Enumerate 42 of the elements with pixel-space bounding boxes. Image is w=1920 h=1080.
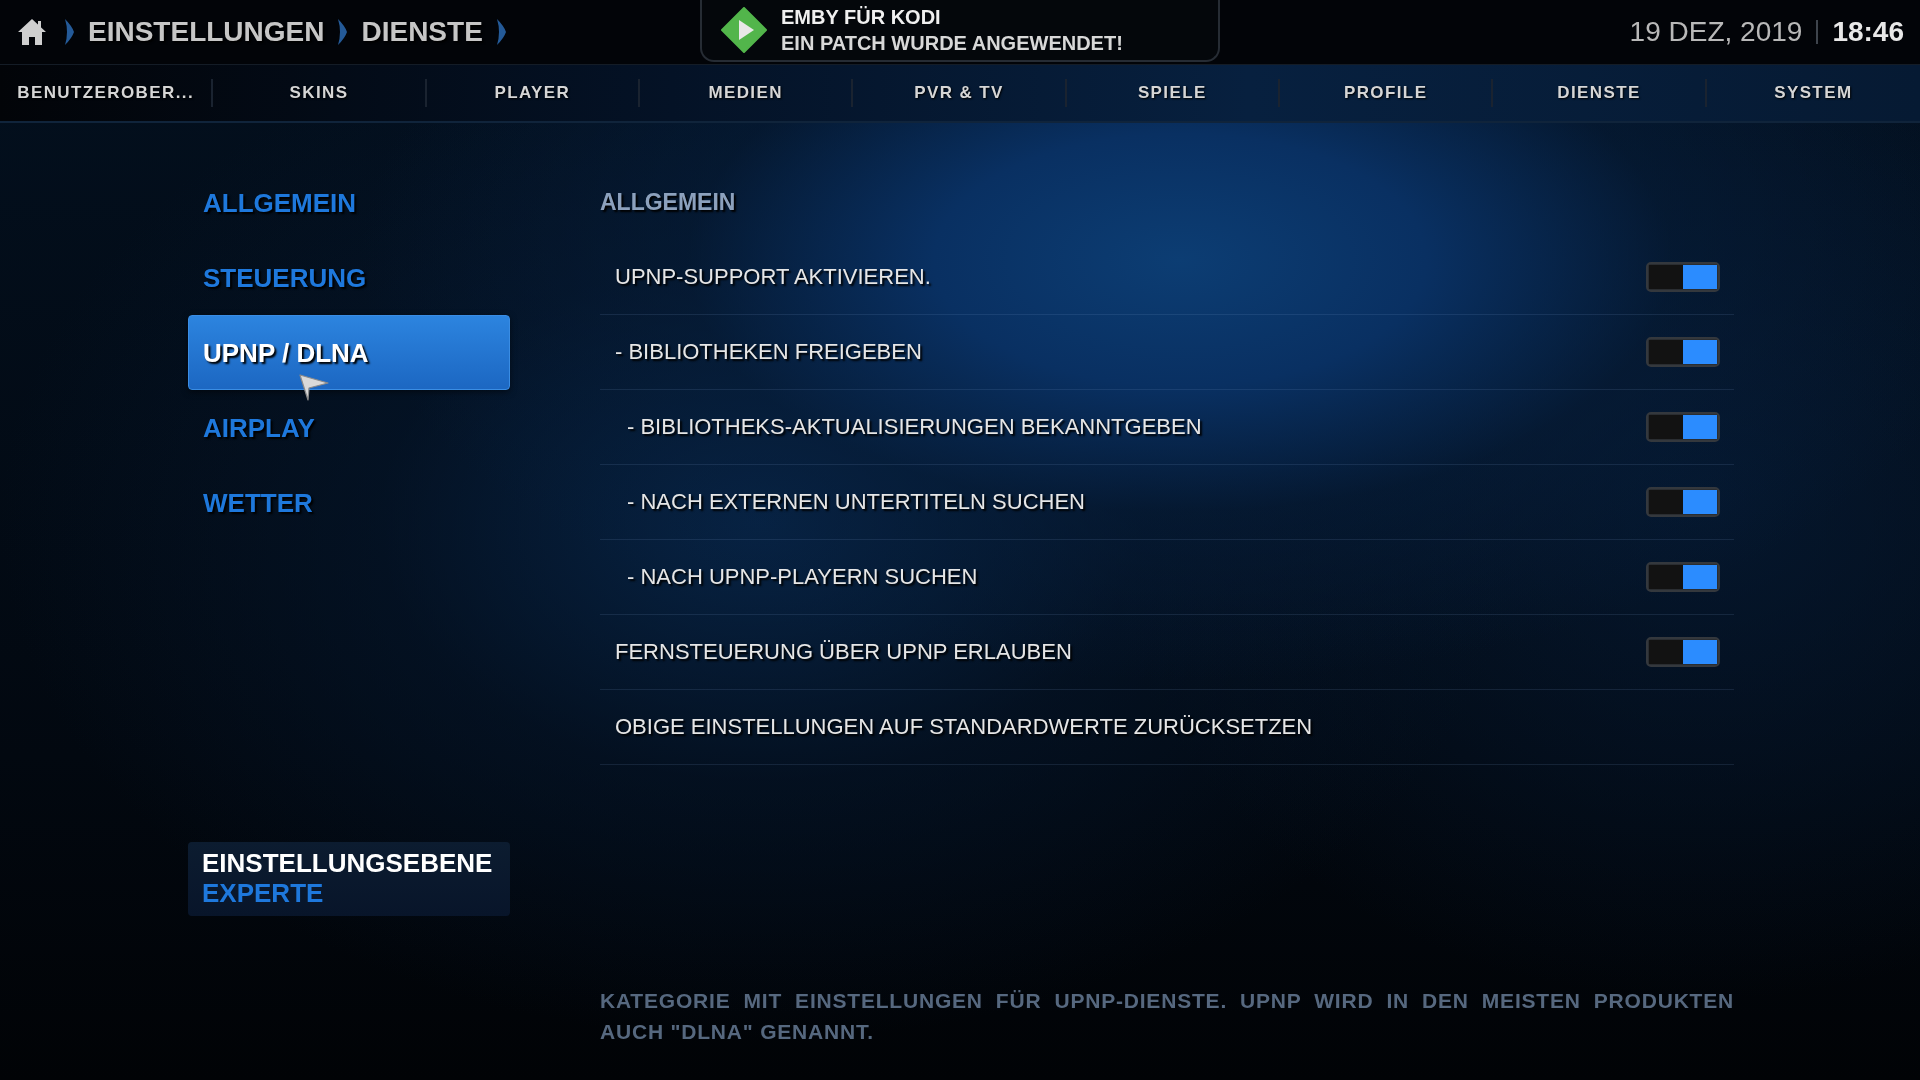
setting-label: - BIBLIOTHEKS-AKTUALISIERUNGEN BEKANNTGEBEN xyxy=(626,416,1202,438)
toggle-switch[interactable] xyxy=(1646,262,1720,292)
toggle-switch[interactable] xyxy=(1646,337,1720,367)
setting-label: OBIGE EINSTELLUNGEN AUF STANDARDWERTE ZURÜCKSETZEN xyxy=(614,716,1313,738)
chevron-icon xyxy=(336,17,350,47)
play-diamond-icon xyxy=(721,7,767,53)
chevron-icon xyxy=(63,17,76,47)
menu-tab[interactable]: DIENSTE xyxy=(1553,81,1645,105)
toggle-switch[interactable] xyxy=(1646,487,1720,517)
description-text: KATEGORIE MIT EINSTELLUNGEN FÜR UPNP-DIENSTE. UPNP WIRD IN DEN MEISTEN PRODUKTEN AUCH "DLNA" GENANNT. xyxy=(600,988,1734,1045)
breadcrumb-item[interactable]: DIENSTE xyxy=(361,18,483,46)
notification-title: EMBY FÜR KODI xyxy=(781,5,942,30)
cursor-icon xyxy=(298,372,330,402)
menu-tab[interactable]: SKINS xyxy=(285,81,353,105)
toggle-switch[interactable] xyxy=(1646,562,1720,592)
menu-tab[interactable]: PROFILE xyxy=(1339,81,1432,105)
section-title: ALLGEMEIN xyxy=(600,191,736,214)
home-icon[interactable] xyxy=(17,18,47,46)
date-text: 19 DEZ, 2019 xyxy=(1629,18,1803,46)
category-item[interactable]: ALLGEMEIN xyxy=(188,165,510,240)
toggle-switch[interactable] xyxy=(1646,637,1720,667)
setting-label: - NACH UPNP-PLAYERN SUCHEN xyxy=(626,566,978,588)
category-item[interactable]: STEUERUNG xyxy=(188,240,510,315)
category-item[interactable]: WETTER xyxy=(188,465,510,540)
menu-tab[interactable]: PVR & TV xyxy=(910,81,1008,105)
menu-tab[interactable]: MEDIEN xyxy=(704,81,787,105)
time-text: 18:46 xyxy=(1832,18,1904,46)
setting-label: - NACH EXTERNEN UNTERTITELN SUCHEN xyxy=(626,491,1085,513)
breadcrumb-item[interactable]: EINSTELLUNGEN xyxy=(88,18,325,46)
setting-label: FERNSTEUERUNG ÜBER UPNP ERLAUBEN xyxy=(614,641,1072,663)
category-item[interactable]: AIRPLAY xyxy=(188,390,510,465)
menu-tab[interactable]: SYSTEM xyxy=(1770,81,1857,105)
menu-tab[interactable]: SPIELE xyxy=(1133,81,1211,105)
menu-tab[interactable]: PLAYER xyxy=(490,81,575,105)
notification-message: EIN PATCH WURDE ANGEWENDET! xyxy=(781,31,1123,56)
setting-label: - BIBLIOTHEKEN FREIGEBEN xyxy=(614,341,922,363)
category-item[interactable]: UPNP / DLNA xyxy=(188,315,510,390)
setting-label: UPNP-SUPPORT AKTIVIEREN. xyxy=(614,266,931,288)
menu-tab[interactable]: BENUTZEROBER... xyxy=(13,81,199,105)
settings-level-button[interactable]: EINSTELLUNGSEBENE EXPERTE xyxy=(188,842,510,916)
chevron-icon xyxy=(494,17,508,47)
toggle-switch[interactable] xyxy=(1646,412,1720,442)
